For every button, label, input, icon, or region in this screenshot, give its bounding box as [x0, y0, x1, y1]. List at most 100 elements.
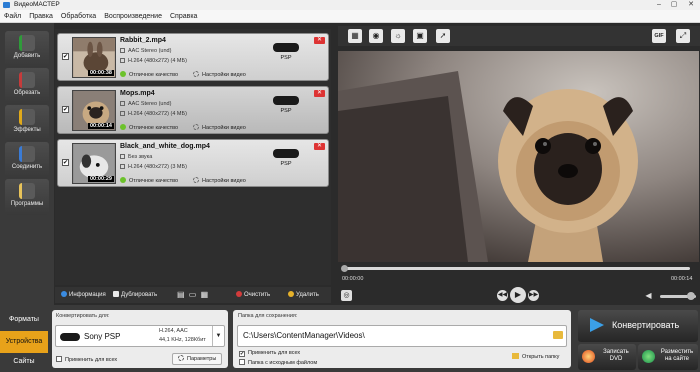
brightness-icon[interactable]: ☼ [391, 29, 405, 43]
trim-label: Обрезать [13, 90, 41, 96]
video-settings-icon[interactable]: ▣ [413, 29, 427, 43]
file-name: Black_and_white_dog.mp4 [120, 143, 210, 150]
remove-file-button[interactable]: ✕ [314, 143, 325, 150]
video-preview[interactable] [338, 51, 699, 262]
minimize-button[interactable]: – [652, 0, 666, 10]
seek-handle[interactable] [341, 265, 348, 272]
device-target[interactable]: PSP [272, 96, 300, 114]
audio-icon [120, 48, 125, 53]
snapshot-icon[interactable]: ◉ [369, 29, 383, 43]
duplicate-button[interactable]: Дублировать [113, 287, 157, 303]
device-target[interactable]: PSP [272, 149, 300, 167]
volume-icon[interactable]: ◀ [643, 290, 654, 301]
menu-processing[interactable]: Обработка [57, 10, 100, 23]
tab-sites[interactable]: Сайты [0, 351, 48, 372]
play-icon[interactable]: ▶ [510, 287, 526, 303]
programs-button[interactable]: Программы [5, 179, 49, 215]
params-button[interactable]: Параметры [172, 353, 223, 365]
file-video-text: H.264 (480x272) (4 МБ) [128, 58, 187, 64]
video-settings-label: Настройки видео [202, 125, 246, 131]
menu-playback[interactable]: Воспроизведение [100, 10, 166, 23]
quality-indicator[interactable]: Отличное качество [120, 124, 178, 131]
open-folder-button[interactable]: Открыть папку [512, 353, 559, 360]
gear-icon [178, 355, 184, 361]
delete-button[interactable]: Удалить [288, 287, 319, 303]
tab-formats[interactable]: Форматы [0, 309, 48, 331]
maximize-button[interactable]: ▢ [667, 0, 681, 10]
apply-all-save-label: Применить для всех [248, 350, 301, 356]
tab-devices[interactable]: Устройства [0, 331, 48, 353]
info-button[interactable]: Информация [61, 287, 106, 303]
open-folder-label: Открыть папку [522, 354, 560, 360]
video-settings-link[interactable]: Настройки видео [193, 177, 246, 184]
effects-button[interactable]: Эффекты [5, 105, 49, 141]
info-icon [61, 291, 67, 297]
file-thumbnail[interactable]: 00:00:29 [72, 143, 116, 184]
rewind-icon[interactable]: ◀◀ [497, 290, 508, 301]
chevron-down-icon[interactable]: ▼ [212, 326, 224, 346]
apply-all-save-checkbox[interactable]: ✔ Применить для всех [239, 350, 300, 357]
app-icon [3, 2, 10, 8]
quality-dot-icon [120, 124, 126, 130]
quality-indicator[interactable]: Отличное качество [120, 177, 178, 184]
publish-button[interactable]: Разместить на сайте [638, 344, 698, 370]
file-thumbnail[interactable]: 00:00:38 [72, 37, 116, 78]
file-checkbox[interactable]: ✔ [62, 53, 69, 60]
psp-device-icon [273, 149, 299, 158]
menu-edit[interactable]: Правка [25, 10, 57, 23]
speed-icon[interactable]: ➚ [436, 29, 450, 43]
menu-file[interactable]: Файл [0, 10, 25, 23]
save-path-text: C:\Users\ContentManager\Videos\ [243, 331, 365, 340]
join-button[interactable]: Соединить [5, 142, 49, 178]
clear-button[interactable]: Очистить [236, 287, 270, 303]
menu-bar: Файл Правка Обработка Воспроизведение Справк… [0, 10, 700, 23]
save-path-field[interactable]: C:\Users\ContentManager\Videos\ [237, 325, 567, 347]
gear-icon [193, 124, 199, 130]
video-settings-label: Настройки видео [202, 72, 246, 78]
programs-label: Программы [10, 201, 44, 207]
seek-bar[interactable] [344, 267, 690, 270]
file-item-black-white-dog[interactable]: ✔ 00:00:29 Black_and_white_dog.mp4 Без з… [57, 139, 329, 187]
burn-dvd-button[interactable]: Записать DVD [578, 344, 636, 370]
dvd-icon [582, 350, 595, 363]
folder-icon [512, 353, 519, 359]
delete-icon [288, 291, 294, 297]
volume-handle[interactable] [686, 292, 695, 300]
apply-all-checkbox[interactable]: Применить для всех [56, 356, 117, 363]
save-folder-label: Папка для сохранения: [238, 313, 298, 319]
quality-dot-icon [120, 71, 126, 77]
file-checkbox[interactable]: ✔ [62, 106, 69, 113]
video-icon [120, 58, 125, 63]
close-button[interactable]: ✕ [684, 0, 698, 10]
fullscreen-icon[interactable]: ⤢ [676, 29, 690, 43]
convert-for-label: Конвертировать для: [56, 313, 110, 319]
snapshot-button[interactable]: ◎ [341, 290, 352, 301]
save-folder-panel: Папка для сохранения: C:\Users\ContentMa… [233, 310, 571, 368]
remove-file-button[interactable]: ✕ [314, 37, 325, 44]
remove-file-button[interactable]: ✕ [314, 90, 325, 97]
file-item-mops[interactable]: ✔ 00:00:14 Mops.mp4 AAC Stereo (und) H.2… [57, 86, 329, 134]
video-settings-link[interactable]: Настройки видео [193, 71, 246, 78]
device-name: Sony PSP [84, 332, 121, 341]
quality-indicator[interactable]: Отличное качество [120, 71, 178, 78]
device-select[interactable]: Sony PSP H.264, AAC 44,1 KHz, 128Кбит ▼ [55, 325, 225, 347]
gif-button[interactable]: GIF [652, 29, 666, 43]
video-icon [120, 164, 125, 169]
file-thumbnail[interactable]: 00:00:14 [72, 90, 116, 131]
device-target[interactable]: PSP [272, 43, 300, 61]
forward-icon[interactable]: ▶▶ [528, 290, 539, 301]
trim-button[interactable]: Обрезать [5, 68, 49, 104]
title-bar: ВидеоМАСТЕР [0, 0, 700, 10]
film-strip-icon[interactable]: ▦ [348, 29, 362, 43]
add-button[interactable]: Добавить [5, 31, 49, 67]
view-toggle[interactable]: ▤ ▭ ▦ [177, 287, 209, 303]
folder-icon[interactable] [553, 331, 563, 339]
file-item-rabbit[interactable]: ✔ 00:00:38 Rabbit_2.mp4 AAC Stereo (und)… [57, 33, 329, 81]
video-settings-link[interactable]: Настройки видео [193, 124, 246, 131]
file-audio-info: AAC Stereo (und) [120, 48, 171, 54]
source-folder-checkbox[interactable]: Папка с исходным файлом [239, 359, 317, 366]
menu-help[interactable]: Справка [166, 10, 201, 23]
convert-button[interactable]: Конвертировать [578, 310, 698, 342]
join-icon [19, 146, 35, 162]
file-checkbox[interactable]: ✔ [62, 159, 69, 166]
